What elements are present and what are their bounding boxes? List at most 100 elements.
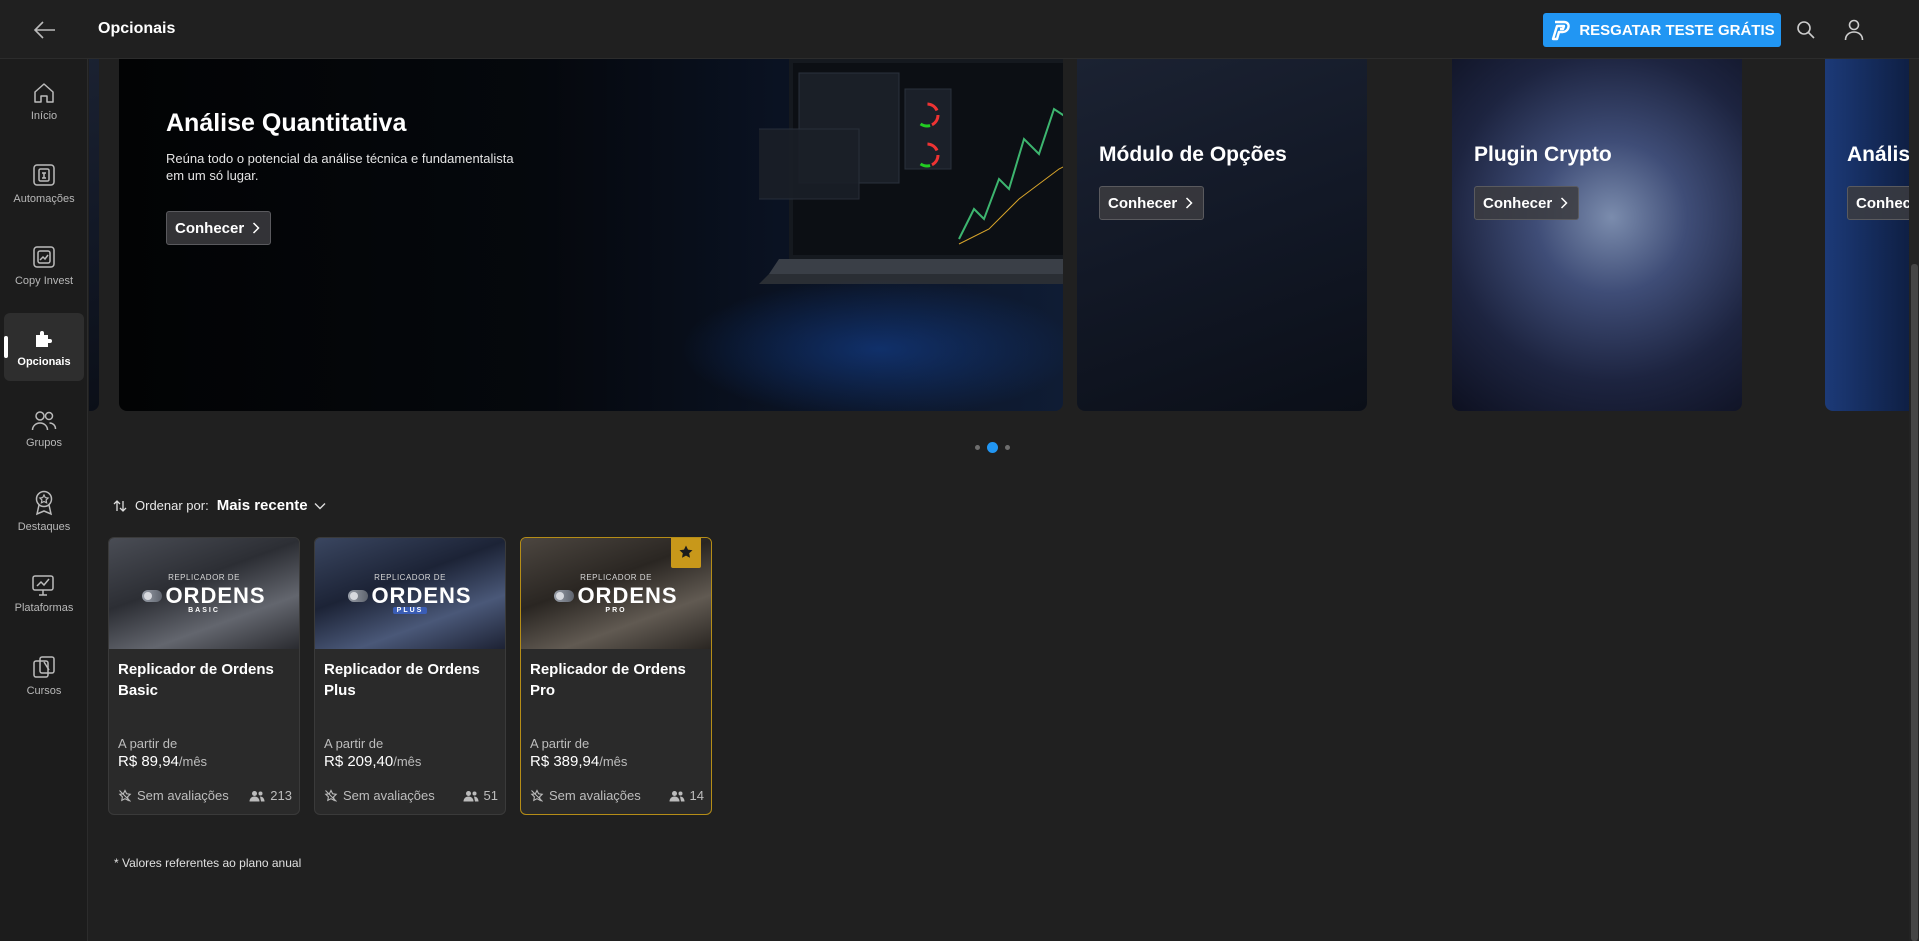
sidebar-item-automacoes[interactable]: Automações bbox=[4, 149, 84, 217]
sidebar-item-plataformas[interactable]: Plataformas bbox=[4, 559, 84, 627]
product-image: REPLICADOR DE ORDENS PLUS bbox=[315, 538, 505, 649]
sidebar-item-opcionais[interactable]: Opcionais bbox=[4, 313, 84, 381]
slide-title: Análise Quantitativa bbox=[166, 109, 407, 137]
search-button[interactable] bbox=[1791, 15, 1821, 45]
award-icon bbox=[35, 490, 53, 515]
sidebar-item-inicio[interactable]: Início bbox=[4, 67, 84, 135]
card-footer: Sem avaliações 14 bbox=[530, 788, 704, 803]
logo-title: ORDENS bbox=[371, 583, 472, 608]
product-title: Replicador de Ordens Basic bbox=[118, 661, 274, 699]
conhecer-button[interactable]: Conhecer bbox=[1474, 186, 1580, 220]
slide-subtitle: Reúna todo o potencial da análise técnic… bbox=[166, 150, 514, 184]
slide-title: Anális bbox=[1847, 143, 1911, 166]
sidebar-item-label: Início bbox=[30, 109, 58, 122]
slide-title: Plugin Crypto bbox=[1474, 143, 1612, 166]
logo-row: ORDENS bbox=[142, 583, 265, 609]
puzzle-icon bbox=[36, 330, 52, 347]
price-prefix: A partir de bbox=[118, 736, 178, 751]
price-value: R$ 389,94 bbox=[530, 753, 600, 770]
carousel-slide-next-peek[interactable]: Anális Conhec bbox=[1825, 59, 1919, 411]
rating-text: Sem avaliações bbox=[137, 788, 229, 803]
button-label: Conhecer bbox=[1108, 194, 1178, 212]
slide-subtitle-line: Reúna todo o potencial da análise técnic… bbox=[166, 151, 514, 166]
product-image: REPLICADOR DE ORDENS BASIC bbox=[109, 538, 299, 649]
user-icon bbox=[1844, 19, 1864, 41]
carousel-dot-active[interactable] bbox=[987, 442, 998, 453]
product-price: R$ 389,94/mês bbox=[530, 753, 627, 770]
user-count-value: 213 bbox=[270, 788, 292, 803]
user-count-value: 14 bbox=[689, 788, 704, 803]
users-icon bbox=[31, 410, 57, 430]
card-footer: Sem avaliações 51 bbox=[324, 788, 498, 803]
sidebar-item-copy-invest[interactable]: Copy Invest bbox=[4, 231, 84, 299]
slide-subtitle-line: em um só lugar. bbox=[166, 168, 259, 183]
star-off-icon bbox=[530, 788, 544, 802]
product-card-basic[interactable]: REPLICADOR DE ORDENS BASIC Replicador de… bbox=[108, 537, 300, 815]
sidebar-item-label: Destaques bbox=[17, 520, 71, 533]
logo-title: ORDENS bbox=[165, 583, 266, 608]
courses-icon bbox=[33, 655, 55, 678]
star-icon bbox=[679, 545, 693, 558]
sidebar-item-label: Automações bbox=[13, 192, 75, 205]
back-button[interactable] bbox=[30, 15, 60, 45]
carousel-slide-plugin-crypto[interactable]: Plugin Crypto Conhecer bbox=[1452, 59, 1742, 411]
user-count: 14 bbox=[669, 788, 704, 803]
toggle-logo-icon bbox=[348, 590, 369, 602]
featured-carousel: Análise Quantitativa Reúna todo o potenc… bbox=[89, 59, 1919, 424]
sidebar-item-label: Cursos bbox=[26, 684, 62, 697]
sidebar-item-label: Copy Invest bbox=[14, 274, 74, 287]
user-count-value: 51 bbox=[483, 788, 498, 803]
users-icon bbox=[463, 790, 479, 801]
price-value: R$ 209,40 bbox=[324, 753, 394, 770]
product-card-plus[interactable]: REPLICADOR DE ORDENS PLUS Replicador de … bbox=[314, 537, 506, 815]
logo-subtitle: REPLICADOR DE bbox=[374, 573, 446, 582]
rating-text: Sem avaliações bbox=[343, 788, 435, 803]
carousel-dot[interactable] bbox=[975, 445, 980, 450]
logo-subtitle: REPLICADOR DE bbox=[168, 573, 240, 582]
button-label: Conhecer bbox=[1483, 194, 1553, 212]
toggle-logo-icon bbox=[554, 590, 575, 602]
sidebar-item-label: Grupos bbox=[25, 436, 63, 449]
price-prefix: A partir de bbox=[324, 736, 384, 751]
profit-logo-icon bbox=[1549, 19, 1571, 41]
free-trial-label: RESGATAR TESTE GRÁTIS bbox=[1579, 21, 1775, 39]
sidebar-item-grupos[interactable]: Grupos bbox=[4, 395, 84, 463]
active-indicator bbox=[4, 336, 8, 358]
conhecer-button[interactable]: Conhecer bbox=[1099, 186, 1205, 220]
price-value: R$ 89,94 bbox=[118, 753, 179, 770]
logo-tier: PLUS bbox=[392, 607, 428, 614]
laptop-illustration bbox=[759, 59, 1063, 284]
product-title: Replicador de Ordens Pro bbox=[530, 661, 686, 699]
user-account-button[interactable] bbox=[1839, 15, 1869, 45]
carousel-slide-modulo-opcoes[interactable]: Módulo de Opções Conhecer bbox=[1077, 59, 1367, 411]
chevron-right-icon bbox=[253, 222, 260, 234]
button-label: Conhec bbox=[1856, 194, 1912, 212]
sort-label: Ordenar por: bbox=[135, 498, 209, 513]
sort-dropdown[interactable]: Mais recente bbox=[217, 497, 326, 514]
logo-subtitle: REPLICADOR DE bbox=[580, 573, 652, 582]
carousel-dot[interactable] bbox=[1005, 445, 1010, 450]
product-price: R$ 89,94/mês bbox=[118, 753, 207, 770]
sidebar-item-cursos[interactable]: Cursos bbox=[4, 641, 84, 709]
product-title: Replicador de Ordens Plus bbox=[324, 661, 480, 699]
free-trial-button[interactable]: RESGATAR TESTE GRÁTIS bbox=[1543, 13, 1781, 47]
card-footer: Sem avaliações 213 bbox=[118, 788, 292, 803]
carousel-pagination bbox=[975, 442, 1010, 453]
star-off-icon bbox=[324, 788, 338, 802]
rating: Sem avaliações bbox=[530, 788, 641, 803]
logo-tier: BASIC bbox=[188, 607, 220, 614]
monitor-icon bbox=[32, 574, 54, 596]
rating: Sem avaliações bbox=[118, 788, 229, 803]
price-period: /mês bbox=[178, 754, 208, 769]
product-card-pro[interactable]: REPLICADOR DE ORDENS PRO Replicador de O… bbox=[520, 537, 712, 815]
conhecer-button[interactable]: Conhecer bbox=[166, 211, 272, 245]
price-period: /mês bbox=[599, 754, 628, 769]
sidebar-item-destaques[interactable]: Destaques bbox=[4, 477, 84, 545]
sidebar-item-label: Opcionais bbox=[17, 355, 71, 368]
carousel-prev-peek bbox=[89, 59, 99, 411]
search-icon bbox=[1797, 21, 1815, 39]
logo-row: ORDENS bbox=[348, 583, 471, 609]
scrollbar-thumb[interactable] bbox=[1911, 264, 1918, 941]
carousel-slide-analise-quantitativa[interactable]: Análise Quantitativa Reúna todo o potenc… bbox=[119, 59, 1063, 411]
rating-text: Sem avaliações bbox=[549, 788, 641, 803]
